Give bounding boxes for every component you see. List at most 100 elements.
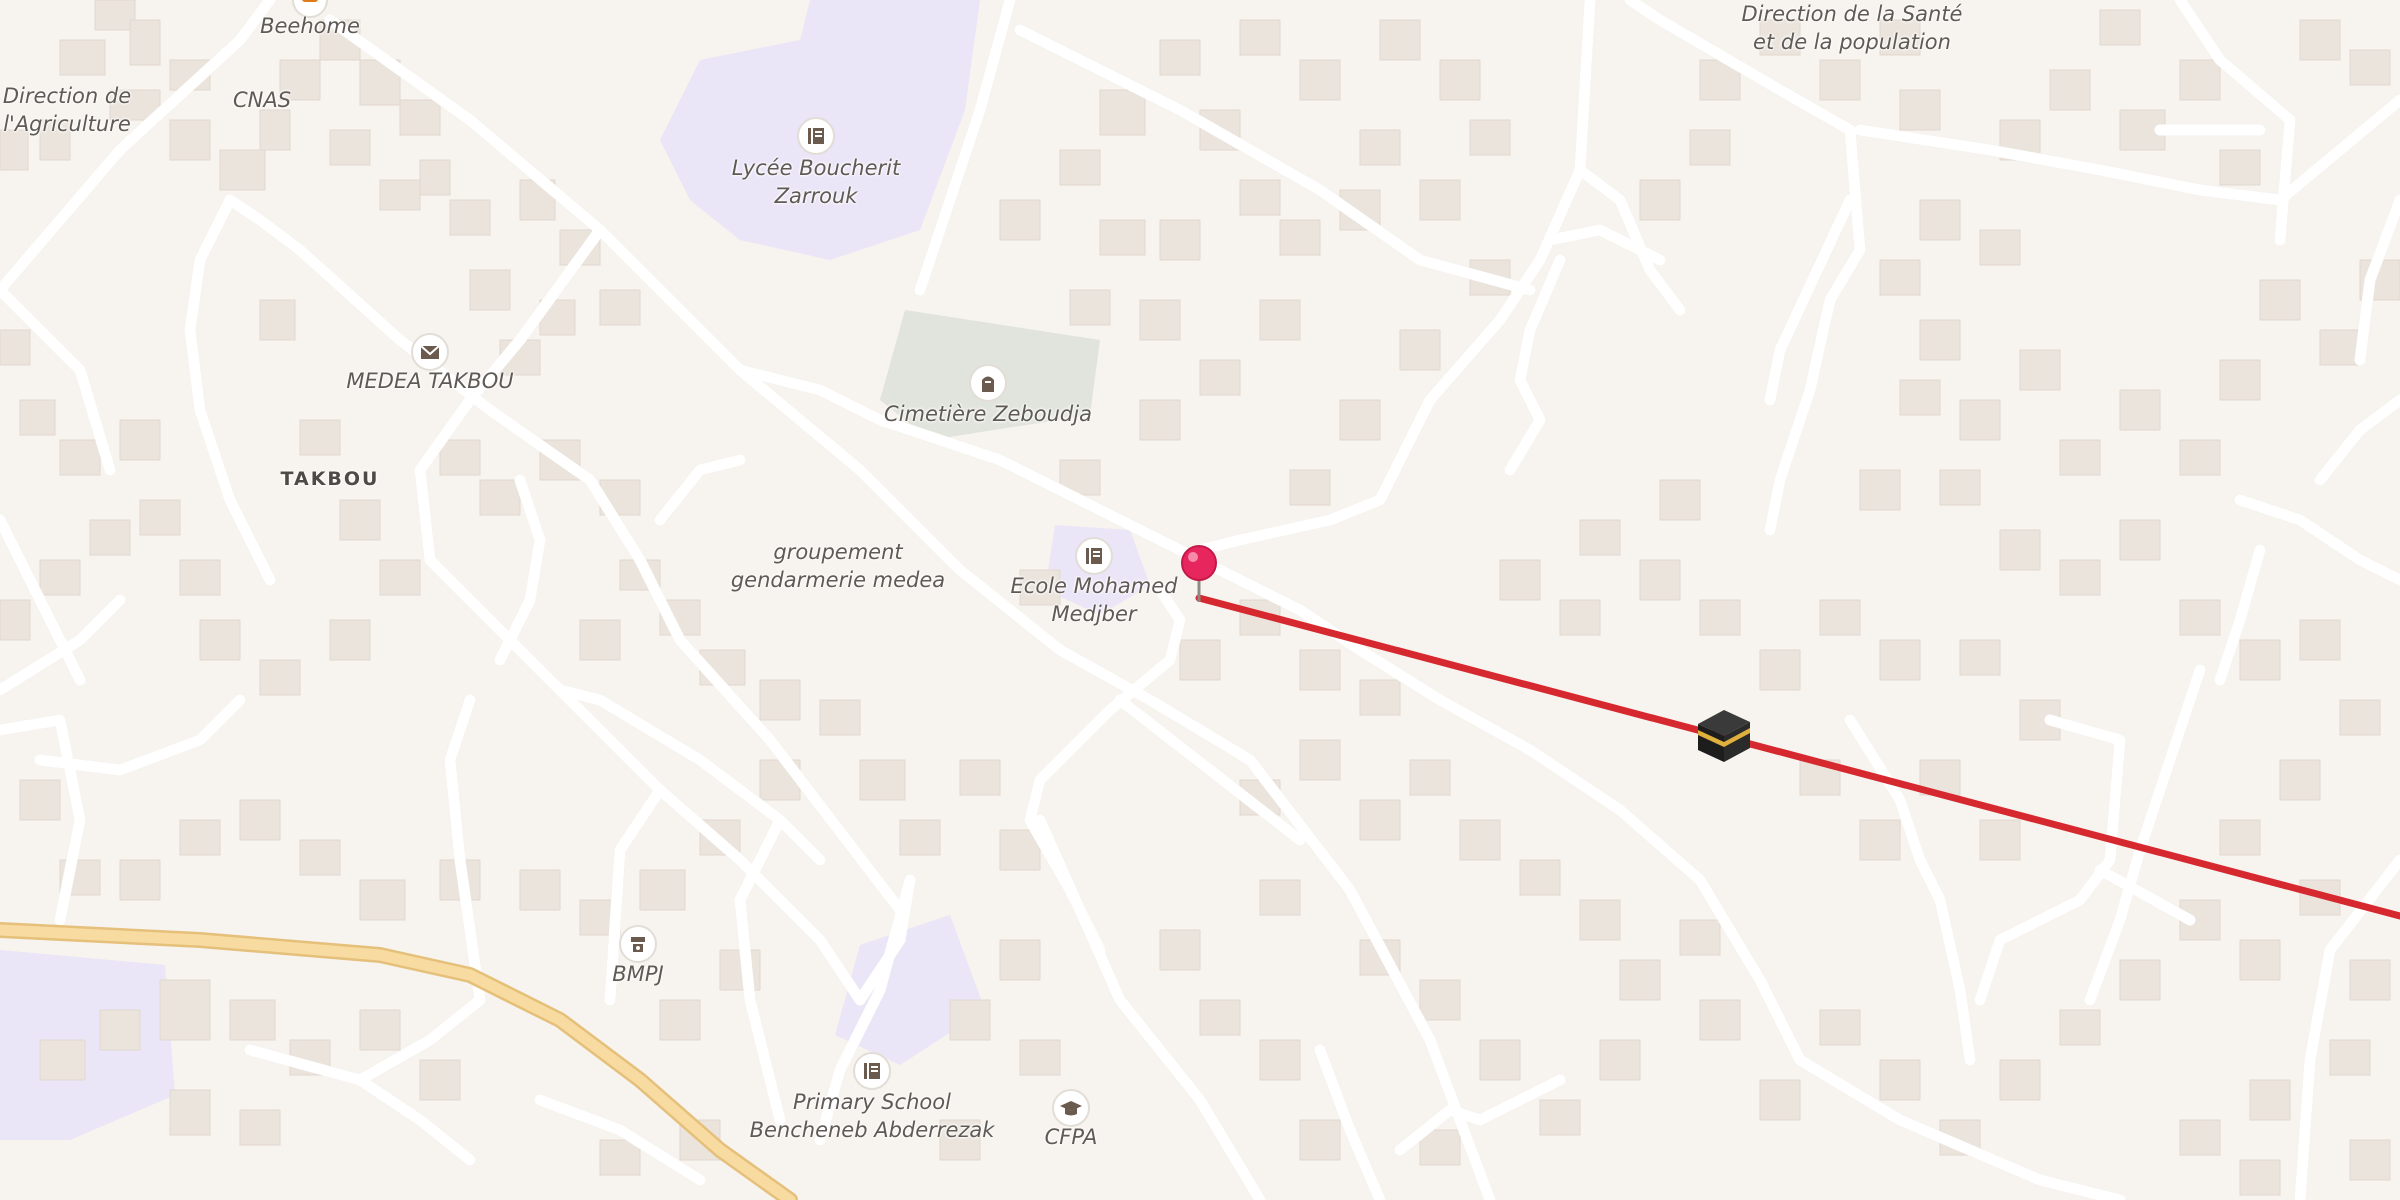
- building: [1939, 469, 1981, 506]
- building: [1859, 469, 1901, 511]
- building: [1279, 219, 1321, 256]
- poi-label-bmpj[interactable]: BMPJ: [612, 960, 663, 988]
- building: [1069, 289, 1111, 326]
- building: [1199, 359, 1241, 396]
- building: [1439, 59, 1481, 101]
- graduation-cap-icon[interactable]: [1052, 1089, 1090, 1127]
- poi-label-medea-takbou[interactable]: MEDEA TAKBOU: [346, 367, 513, 395]
- poi-label-text: et de la population: [1753, 30, 1951, 54]
- building: [329, 619, 371, 661]
- poi-label-ecole[interactable]: Ecole Mohamed Medjber: [1011, 572, 1178, 628]
- poi-label-beehome[interactable]: Beehome: [260, 12, 360, 40]
- poi-label-cnas[interactable]: CNAS: [233, 86, 291, 114]
- building: [639, 869, 686, 911]
- building: [579, 619, 621, 661]
- poi-label-direction-agriculture[interactable]: Direction de l'Agriculture: [3, 82, 131, 138]
- building: [1699, 999, 1741, 1041]
- cemetery-icon-glyph: [982, 376, 994, 392]
- building: [39, 559, 81, 596]
- building: [1999, 529, 2041, 571]
- poi-label-cimetiere[interactable]: Cimetière Zeboudja: [884, 400, 1092, 428]
- building: [599, 289, 641, 326]
- building: [239, 799, 281, 841]
- building: [129, 19, 161, 66]
- building: [59, 39, 106, 76]
- poi-label-text: gendarmerie medea: [730, 568, 946, 592]
- building: [1259, 879, 1301, 916]
- map-canvas[interactable]: [0, 0, 2400, 1200]
- building: [2279, 759, 2321, 801]
- pin-highlight: [1188, 552, 1198, 562]
- building: [2239, 1159, 2281, 1196]
- building: [1819, 59, 1861, 101]
- poi-label-direction-sante[interactable]: Direction de la Santé et de la populatio…: [1742, 0, 1963, 56]
- poi-label-gendarmerie[interactable]: groupement gendarmerie medea: [731, 538, 945, 594]
- building: [949, 999, 991, 1041]
- building: [2259, 279, 2301, 321]
- building: [1539, 1099, 1581, 1136]
- building: [259, 109, 291, 151]
- building: [329, 129, 371, 166]
- building: [1759, 649, 1801, 691]
- building: [1899, 89, 1941, 131]
- police-icon[interactable]: [619, 925, 657, 963]
- building: [1359, 129, 1401, 166]
- building: [1299, 1119, 1341, 1161]
- building: [439, 439, 481, 476]
- building: [169, 1089, 211, 1136]
- school-icon[interactable]: [797, 117, 835, 155]
- poi-label-text: groupement: [773, 540, 903, 564]
- poi-label-text: Beehome: [260, 14, 360, 38]
- building: [1459, 819, 1501, 861]
- building: [1139, 399, 1181, 441]
- building: [1159, 929, 1201, 971]
- cemetery-icon[interactable]: [969, 364, 1007, 402]
- building: [2349, 1139, 2391, 1181]
- building: [1469, 119, 1511, 156]
- building: [1059, 149, 1101, 186]
- poi-label-text: Lycée Boucherit: [731, 156, 901, 180]
- building: [1979, 229, 2021, 266]
- building: [339, 499, 381, 541]
- building: [179, 819, 221, 856]
- building: [1479, 1039, 1521, 1081]
- building: [1579, 899, 1621, 941]
- building: [2219, 819, 2261, 856]
- building: [259, 299, 296, 341]
- building: [1359, 799, 1401, 841]
- building: [59, 439, 101, 476]
- building: [1689, 129, 1731, 166]
- building: [419, 159, 451, 196]
- building: [2329, 1039, 2371, 1076]
- building: [2299, 19, 2341, 61]
- poi-label-primary-school[interactable]: Primary School Bencheneb Abderrezak: [750, 1088, 995, 1144]
- building: [1409, 759, 1451, 796]
- building: [359, 1009, 401, 1051]
- building: [2319, 329, 2361, 366]
- building: [39, 1039, 86, 1081]
- building: [99, 1009, 141, 1051]
- poi-label-cfpa[interactable]: CFPA: [1045, 1123, 1098, 1151]
- school-icon[interactable]: [1075, 537, 1113, 575]
- building: [1179, 639, 1221, 681]
- building: [1099, 219, 1146, 256]
- post-office-icon[interactable]: [411, 333, 449, 371]
- building: [2349, 959, 2391, 1001]
- building: [19, 779, 61, 821]
- building: [159, 979, 211, 1041]
- building: [2099, 9, 2141, 46]
- building: [89, 519, 131, 556]
- building: [399, 99, 441, 136]
- poi-label-lycee[interactable]: Lycée Boucherit Zarrouk: [732, 154, 900, 210]
- building: [1579, 519, 1621, 556]
- building: [449, 199, 491, 236]
- school-icon[interactable]: [853, 1052, 891, 1090]
- building: [0, 599, 31, 641]
- building: [659, 999, 701, 1041]
- building: [1399, 329, 1441, 371]
- building: [1819, 1009, 1861, 1046]
- building: [179, 559, 221, 596]
- poi-label-text: l'Agriculture: [3, 112, 131, 136]
- building: [2249, 1079, 2291, 1121]
- building: [1099, 89, 1146, 136]
